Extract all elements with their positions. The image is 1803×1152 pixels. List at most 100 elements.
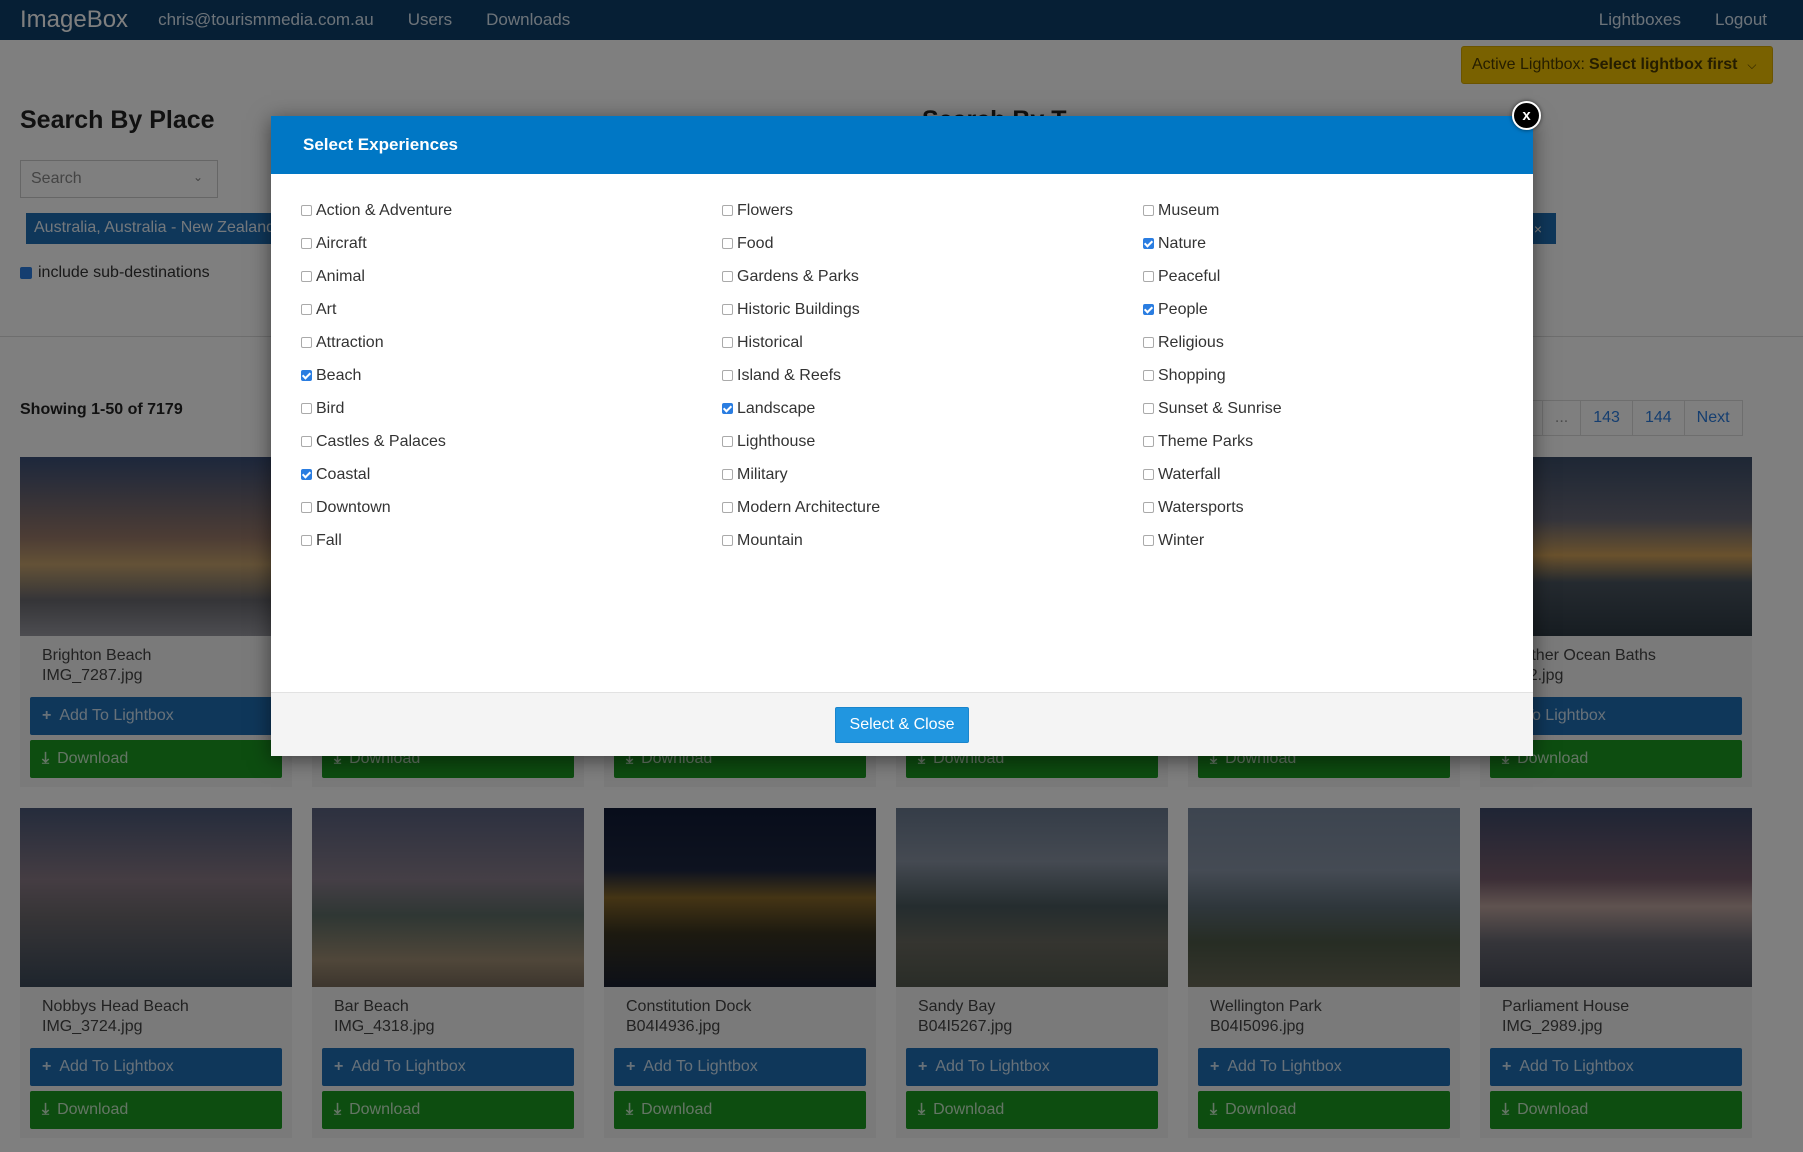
experience-column: Flowers Food Gardens & Parks Historic Build… <box>722 194 1122 557</box>
experience-label: Downtown <box>316 498 391 516</box>
checkbox-checked-icon[interactable] <box>722 403 733 414</box>
checkbox-icon[interactable] <box>1143 271 1154 282</box>
checkbox-icon[interactable] <box>722 271 733 282</box>
experience-label: Castles & Palaces <box>316 432 446 450</box>
checkbox-checked-icon[interactable] <box>1143 238 1154 249</box>
experience-option[interactable]: Nature <box>1143 227 1543 260</box>
experience-label: Attraction <box>316 333 384 351</box>
experience-label: Aircraft <box>316 234 367 252</box>
checkbox-icon[interactable] <box>1143 403 1154 414</box>
experience-label: Historical <box>737 333 803 351</box>
checkbox-icon[interactable] <box>301 205 312 216</box>
checkbox-icon[interactable] <box>301 238 312 249</box>
experience-label: Theme Parks <box>1158 432 1254 450</box>
experience-option[interactable]: Sunset & Sunrise <box>1143 392 1543 425</box>
experience-option[interactable]: Peaceful <box>1143 260 1543 293</box>
experience-option[interactable]: Fall <box>301 524 701 557</box>
checkbox-icon[interactable] <box>301 535 312 546</box>
checkbox-checked-icon[interactable] <box>301 370 312 381</box>
experience-label: Action & Adventure <box>316 201 453 219</box>
experience-label: Art <box>316 300 337 318</box>
select-experiences-modal: Select Experiences Action & Adventure Air… <box>271 116 1533 756</box>
experience-option[interactable]: Landscape <box>722 392 1122 425</box>
experience-label: Food <box>737 234 774 252</box>
experience-label: Shopping <box>1158 366 1226 384</box>
checkbox-icon[interactable] <box>722 502 733 513</box>
experience-label: Coastal <box>316 465 371 483</box>
experience-option[interactable]: Beach <box>301 359 701 392</box>
experience-option[interactable]: Bird <box>301 392 701 425</box>
experience-option[interactable]: Shopping <box>1143 359 1543 392</box>
experience-option[interactable]: Downtown <box>301 491 701 524</box>
experience-option[interactable]: Art <box>301 293 701 326</box>
experience-label: Fall <box>316 531 342 549</box>
checkbox-icon[interactable] <box>722 469 733 480</box>
experience-option[interactable]: Waterfall <box>1143 458 1543 491</box>
checkbox-icon[interactable] <box>1143 370 1154 381</box>
experience-label: Museum <box>1158 201 1220 219</box>
checkbox-icon[interactable] <box>722 304 733 315</box>
experience-option[interactable]: Coastal <box>301 458 701 491</box>
checkbox-icon[interactable] <box>722 436 733 447</box>
checkbox-icon[interactable] <box>1143 502 1154 513</box>
select-and-close-button[interactable]: Select & Close <box>834 706 970 743</box>
checkbox-icon[interactable] <box>301 436 312 447</box>
experience-option[interactable]: Museum <box>1143 194 1543 227</box>
experience-label: Waterfall <box>1158 465 1221 483</box>
checkbox-icon[interactable] <box>301 403 312 414</box>
experience-option[interactable]: Flowers <box>722 194 1122 227</box>
experience-option[interactable]: Attraction <box>301 326 701 359</box>
experience-option[interactable]: Theme Parks <box>1143 425 1543 458</box>
checkbox-icon[interactable] <box>722 535 733 546</box>
experience-option[interactable]: Religious <box>1143 326 1543 359</box>
experience-label: Watersports <box>1158 498 1244 516</box>
experience-label: Winter <box>1158 531 1205 549</box>
checkbox-icon[interactable] <box>722 337 733 348</box>
experience-option[interactable]: Lighthouse <box>722 425 1122 458</box>
checkbox-icon[interactable] <box>301 271 312 282</box>
experience-option[interactable]: Aircraft <box>301 227 701 260</box>
experience-column: Action & Adventure Aircraft Animal Art Attra… <box>301 194 701 557</box>
experience-option[interactable]: Animal <box>301 260 701 293</box>
experience-label: Flowers <box>737 201 794 219</box>
experience-label: Island & Reefs <box>737 366 842 384</box>
checkbox-icon[interactable] <box>1143 535 1154 546</box>
modal-footer: Select & Close <box>271 692 1533 756</box>
experience-option[interactable]: Historic Buildings <box>722 293 1122 326</box>
checkbox-icon[interactable] <box>1143 205 1154 216</box>
checkbox-icon[interactable] <box>301 502 312 513</box>
experience-option[interactable]: Modern Architecture <box>722 491 1122 524</box>
experience-option[interactable]: Action & Adventure <box>301 194 701 227</box>
experience-option[interactable]: Watersports <box>1143 491 1543 524</box>
experience-label: People <box>1158 300 1208 318</box>
checkbox-checked-icon[interactable] <box>1143 304 1154 315</box>
experience-label: Animal <box>316 267 365 285</box>
checkbox-icon[interactable] <box>722 238 733 249</box>
experience-option[interactable]: People <box>1143 293 1543 326</box>
experience-label: Mountain <box>737 531 803 549</box>
close-icon[interactable]: x <box>1512 101 1541 130</box>
experience-option[interactable]: Food <box>722 227 1122 260</box>
experience-option[interactable]: Historical <box>722 326 1122 359</box>
experience-label: Landscape <box>737 399 816 417</box>
experience-label: Peaceful <box>1158 267 1221 285</box>
checkbox-icon[interactable] <box>301 304 312 315</box>
checkbox-icon[interactable] <box>1143 337 1154 348</box>
experience-label: Religious <box>1158 333 1224 351</box>
experience-column: Museum Nature Peaceful People Religious Shopp… <box>1143 194 1543 557</box>
experience-label: Military <box>737 465 788 483</box>
experience-label: Beach <box>316 366 362 384</box>
experience-option[interactable]: Castles & Palaces <box>301 425 701 458</box>
checkbox-icon[interactable] <box>722 205 733 216</box>
experience-option[interactable]: Mountain <box>722 524 1122 557</box>
experience-option[interactable]: Winter <box>1143 524 1543 557</box>
checkbox-checked-icon[interactable] <box>301 469 312 480</box>
checkbox-icon[interactable] <box>722 370 733 381</box>
experience-option[interactable]: Island & Reefs <box>722 359 1122 392</box>
checkbox-icon[interactable] <box>1143 469 1154 480</box>
experience-option[interactable]: Gardens & Parks <box>722 260 1122 293</box>
checkbox-icon[interactable] <box>1143 436 1154 447</box>
experience-option[interactable]: Military <box>722 458 1122 491</box>
checkbox-icon[interactable] <box>301 337 312 348</box>
modal-header: Select Experiences <box>271 116 1533 174</box>
